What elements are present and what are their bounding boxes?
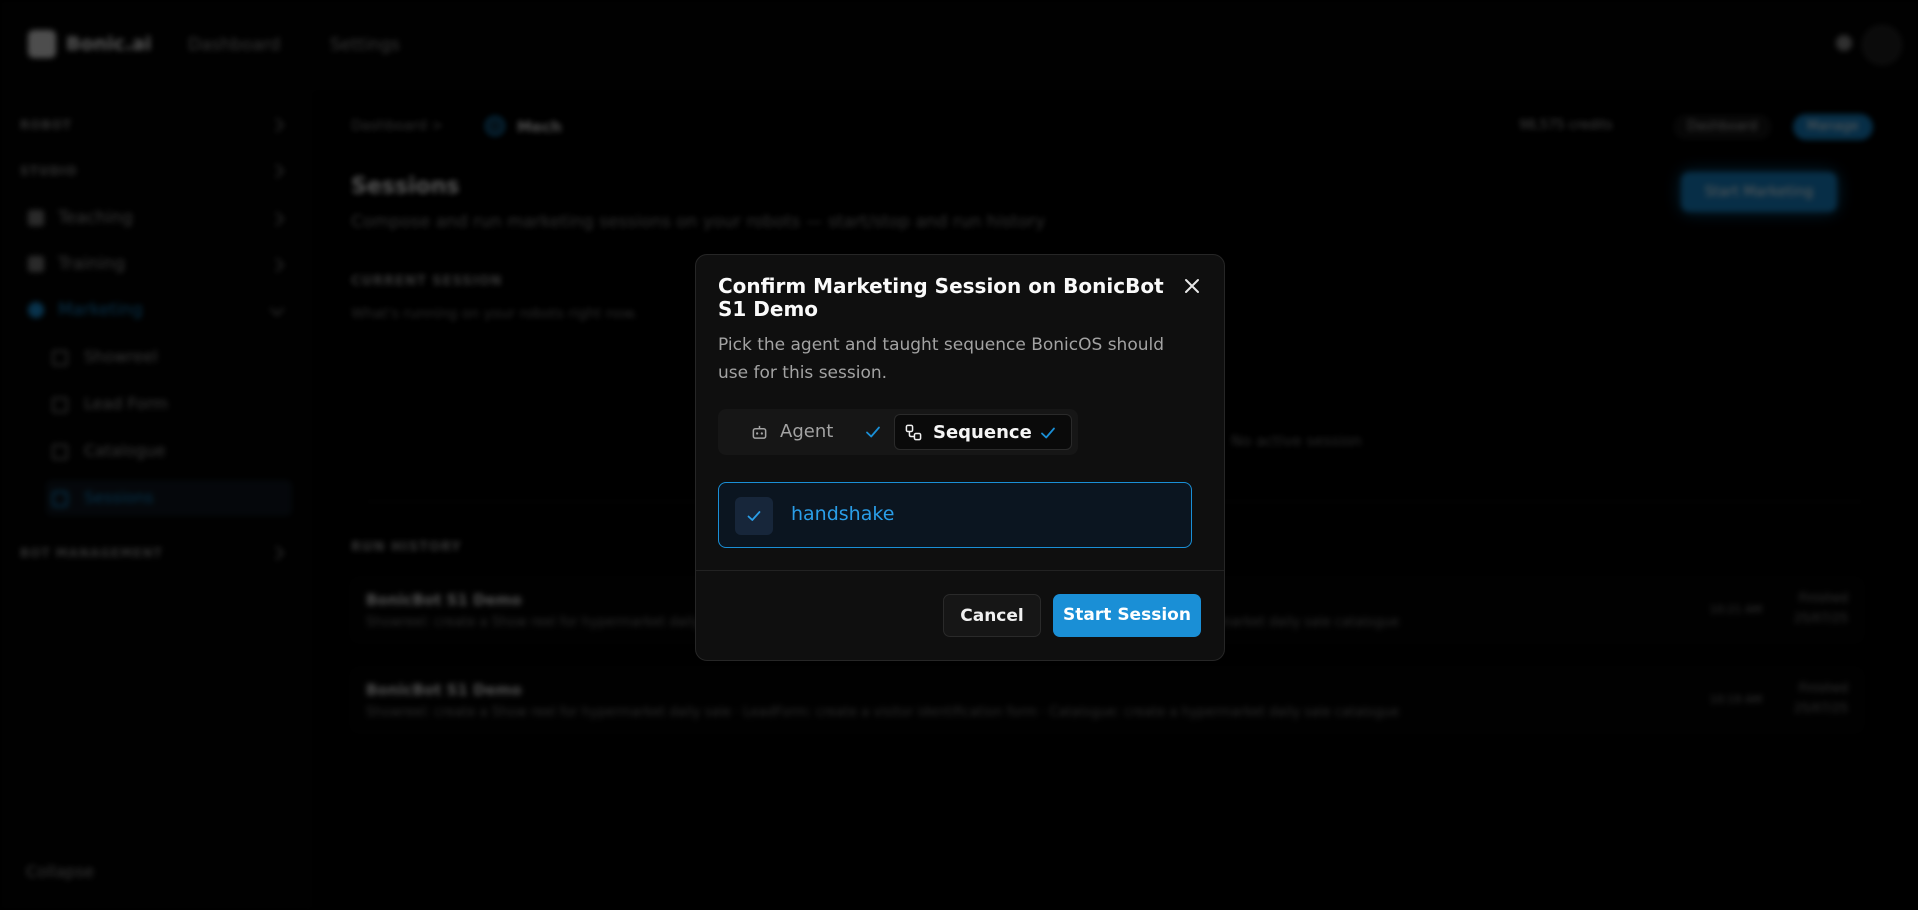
dialog-description: Pick the agent and taught sequence Bonic… xyxy=(718,335,1165,383)
workflow-icon xyxy=(905,424,922,441)
close-icon[interactable] xyxy=(1181,275,1203,297)
selected-checkbox[interactable] xyxy=(735,497,773,535)
dialog-divider xyxy=(696,570,1224,571)
sequence-option-handshake[interactable]: handshake xyxy=(718,482,1192,548)
tab-agent-label: Agent xyxy=(780,421,834,442)
sequence-option-label: handshake xyxy=(791,503,895,525)
check-icon xyxy=(747,511,761,521)
tab-sequence[interactable]: Sequence xyxy=(894,414,1072,450)
step-tabs: Agent Sequence xyxy=(718,409,1078,455)
robot-icon xyxy=(752,425,767,439)
check-icon xyxy=(866,426,880,438)
check-icon xyxy=(1041,427,1055,439)
confirm-session-dialog: Confirm Marketing Session on BonicBot S1… xyxy=(695,254,1225,661)
tab-sequence-label: Sequence xyxy=(933,422,1032,443)
cancel-button[interactable]: Cancel xyxy=(943,594,1041,637)
tab-agent[interactable]: Agent xyxy=(728,414,896,450)
dialog-title: Confirm Marketing Session on BonicBot S1… xyxy=(718,274,1164,321)
start-session-button[interactable]: Start Session xyxy=(1053,594,1201,637)
